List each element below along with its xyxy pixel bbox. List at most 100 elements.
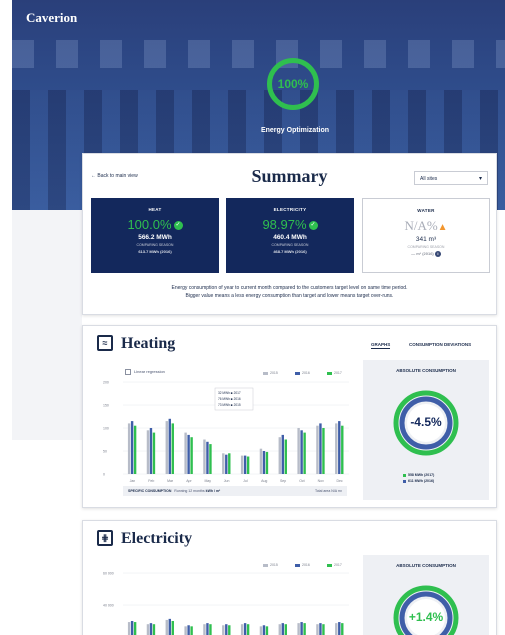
kpi-percentage: 100.0% ✓ <box>127 217 183 232</box>
kpi-card-heat[interactable]: HEAT 100.0% ✓ 566.2 MWh COMPARING SEASON … <box>91 198 219 273</box>
bar-aug-2016 <box>262 451 266 474</box>
electricity-title: Electricity <box>121 530 193 547</box>
heating-icon: ≈ <box>97 335 113 351</box>
bar-jun-2017 <box>228 625 231 635</box>
bar-nov-2017 <box>322 624 325 635</box>
kpi-card-electricity[interactable]: ELECTRICITY 98.97% ✓ 460.4 MWh COMPARING … <box>226 198 354 273</box>
bar-mar-2015 <box>165 421 168 474</box>
y-tick-label: 0 <box>103 473 105 477</box>
bar-jan-2017 <box>133 622 137 635</box>
bar-jul-2017 <box>246 624 250 635</box>
bar-may-2016 <box>206 623 209 635</box>
y-tick-label: 150 <box>103 404 109 408</box>
bar-apr-2015 <box>184 626 187 635</box>
x-tick-label: Jun <box>224 479 230 483</box>
kpi-compare-label: COMPARING SEASON <box>271 243 309 247</box>
bar-apr-2017 <box>190 437 193 474</box>
kpi-value: 460.4 MWh <box>273 234 307 241</box>
bar-apr-2016 <box>187 434 190 474</box>
bar-may-2017 <box>209 444 212 474</box>
info-icon[interactable]: i <box>434 251 441 257</box>
chevron-down-icon: ▾ <box>478 176 482 182</box>
kpi-value: 566.2 MWh <box>138 234 172 241</box>
bar-feb-2017 <box>152 432 156 474</box>
kpi-percentage: 98.97% ✓ <box>262 217 318 232</box>
bar-nov-2016 <box>319 423 322 474</box>
y-tick-label: 60 000 <box>103 572 114 576</box>
specific-consumption-bar: SPECIFIC CONSUMPTION Running 12 months k… <box>123 486 347 496</box>
bar-mar-2016 <box>168 618 171 635</box>
bar-apr-2016 <box>187 625 190 635</box>
linear-regression-checkbox[interactable] <box>125 369 131 375</box>
tooltip-line: 76 MWh ■ 2016 <box>218 397 241 401</box>
bar-oct-2015 <box>297 623 300 635</box>
bar-aug-2016 <box>262 625 266 635</box>
check-circle-icon: ✓ <box>308 221 318 231</box>
bar-feb-2015 <box>146 624 150 635</box>
bar-mar-2017 <box>171 423 174 474</box>
x-tick-label: Oct <box>299 479 304 483</box>
tab-consumption-deviations[interactable]: CONSUMPTION DEVIATIONS <box>409 342 471 347</box>
electricity-card: ⋕ Electricity 2015 2016 2017 60 000 40 00… <box>82 520 497 635</box>
kpi-compare-label: COMPARING SEASON <box>407 245 445 249</box>
electricity-bar-chart[interactable]: 60 00040 00020 000 <box>103 569 353 635</box>
bar-jan-2015 <box>127 622 131 635</box>
kpi-card-water[interactable]: WATER N/A%▲ 341 m³ COMPARING SEASON — m³… <box>362 198 490 273</box>
bar-jul-2015 <box>240 624 244 635</box>
tab-graphs[interactable]: GRAPHS <box>371 342 391 349</box>
energy-optimization-ring: 100% <box>267 58 319 110</box>
bar-feb-2015 <box>146 430 150 474</box>
tooltip-line: 73 MWh ■ 2015 <box>218 403 241 407</box>
bar-jul-2016 <box>243 623 247 635</box>
bar-oct-2016 <box>300 622 303 635</box>
bar-mar-2016 <box>168 418 171 474</box>
bar-may-2017 <box>209 624 212 635</box>
energy-optimization-label: Energy Optimization <box>260 127 330 134</box>
bar-apr-2017 <box>190 626 193 635</box>
x-tick-label: Jan <box>130 479 136 483</box>
bar-nov-2015 <box>316 624 319 635</box>
summary-card: ← Back to main view Summary All sites ▾ … <box>82 153 497 315</box>
bar-oct-2015 <box>297 428 300 474</box>
bar-dec-2017 <box>341 425 344 474</box>
x-tick-label: Sep <box>280 479 286 483</box>
bar-feb-2016 <box>149 623 153 635</box>
absolute-consumption-title: ABSOLUTE CONSUMPTION <box>396 563 456 568</box>
chart-legend-2017: 2017 <box>327 563 342 567</box>
x-tick-label: Mar <box>167 479 174 483</box>
kpi-compare-label: COMPARING SEASON <box>136 243 174 247</box>
bar-aug-2017 <box>265 451 269 474</box>
brand-logo[interactable]: Caverion <box>26 10 77 26</box>
y-tick-label: 40 000 <box>103 604 114 608</box>
linear-regression-toggle[interactable]: Linear regression <box>125 369 165 375</box>
specific-unit: kWh / m² <box>205 489 221 493</box>
absolute-consumption-value: -4.5% <box>410 415 442 429</box>
kpi-compare-value: 468.7 MWh (2016) <box>273 249 307 254</box>
bar-jan-2016 <box>130 421 134 474</box>
x-tick-label: May <box>204 479 211 483</box>
summary-description: Energy consumption of year to current mo… <box>113 284 466 300</box>
bar-sep-2015 <box>278 624 281 635</box>
bar-dec-2016 <box>338 421 341 474</box>
energy-optimization-value: 100% <box>277 77 309 91</box>
bar-nov-2017 <box>322 428 325 474</box>
bar-jan-2016 <box>130 621 134 635</box>
bar-jul-2017 <box>246 456 250 474</box>
absolute-consumption-donut <box>393 585 459 635</box>
bar-oct-2017 <box>303 432 306 474</box>
absolute-consumption-title: ABSOLUTE CONSUMPTION <box>396 368 456 373</box>
side-panel <box>12 210 82 440</box>
chart-tooltip: 32 MWh ■ 2017 76 MWh ■ 2016 73 MWh ■ 2015 <box>214 387 254 411</box>
x-tick-label: Aug <box>261 479 267 483</box>
chart-legend-2015: 2015 <box>263 371 278 375</box>
site-select[interactable]: All sites ▾ <box>414 171 488 185</box>
y-tick-label: 200 <box>103 381 109 385</box>
heating-bar-chart[interactable]: 200 150 100 50 0 Jan Feb Mar Apr May Jun Jul Aug Sep O… <box>103 378 353 486</box>
bar-feb-2016 <box>149 428 153 474</box>
bar-feb-2017 <box>152 624 156 635</box>
bar-may-2015 <box>203 439 206 474</box>
chart-legend-2016: 2016 <box>295 371 310 375</box>
absolute-consumption-value: +1.4% <box>408 610 444 624</box>
specific-consumption-label: SPECIFIC CONSUMPTION <box>128 489 172 493</box>
kpi-percentage: N/A%▲ <box>404 218 448 233</box>
